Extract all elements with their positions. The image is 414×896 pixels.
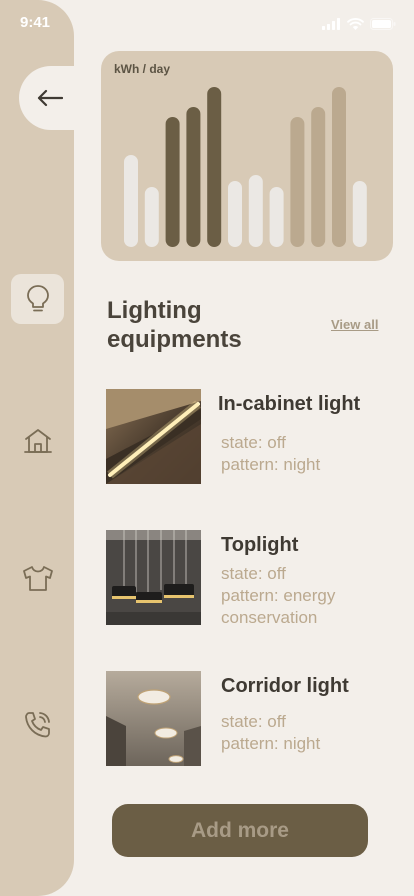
chart-bar — [228, 181, 242, 247]
chart-bar — [124, 155, 138, 247]
section-title: Lighting equipments — [107, 297, 242, 353]
equipment-name: Toplight — [221, 534, 299, 556]
sidebar: 9:41 — [0, 0, 89, 896]
signal-icon — [322, 18, 340, 30]
phone-icon — [24, 712, 50, 738]
home-icon — [23, 429, 52, 453]
sidebar-item-home[interactable] — [11, 416, 64, 466]
equipment-meta: state: off pattern: night — [221, 711, 381, 755]
chart-bar — [165, 117, 180, 247]
equipment-pattern: pattern: energy conservation — [221, 586, 336, 627]
chart-bar — [207, 87, 222, 247]
arrow-left-icon — [37, 89, 63, 107]
equipment-thumbnail — [106, 671, 201, 766]
view-all-link[interactable]: View all — [331, 317, 378, 332]
add-more-button[interactable]: Add more — [112, 804, 368, 857]
equipment-meta: state: off pattern: night — [221, 432, 381, 476]
sidebar-item-lighting[interactable] — [11, 274, 64, 324]
chart-bar — [269, 187, 284, 247]
equipment-item-corridor[interactable]: Corridor light state: off pattern: night — [106, 671, 396, 767]
equipment-item-toplight[interactable]: Toplight state: off pattern: energy cons… — [106, 530, 396, 629]
equipment-thumbnail — [106, 389, 201, 484]
lightbulb-icon — [26, 285, 49, 312]
wifi-icon — [347, 18, 364, 30]
equipment-state: state: off — [221, 433, 286, 452]
chart-bar — [248, 175, 263, 247]
chart-bar — [290, 117, 305, 247]
equipment-meta: state: off pattern: energy conservation — [221, 563, 381, 629]
chart-bars — [124, 87, 367, 247]
equipment-item-in-cabinet[interactable]: In-cabinet light state: off pattern: nig… — [106, 389, 396, 485]
sidebar-item-phone[interactable] — [11, 700, 64, 750]
tshirt-icon — [22, 566, 53, 591]
chart-bar — [311, 107, 326, 247]
equipment-state: state: off — [221, 564, 286, 583]
equipment-state: state: off — [221, 712, 286, 731]
equipment-pattern: pattern: night — [221, 455, 321, 474]
equipment-pattern: pattern: night — [221, 734, 321, 753]
equipment-thumbnail — [106, 530, 201, 625]
sidebar-item-clothing[interactable] — [11, 553, 64, 603]
battery-icon — [370, 18, 396, 30]
equipment-name: Corridor light — [221, 675, 349, 697]
equipment-name: In-cabinet light — [218, 393, 361, 415]
status-bar-indicators — [322, 18, 396, 30]
chart-bar — [144, 187, 159, 247]
chart-bar — [186, 107, 201, 247]
chart-bar — [352, 181, 367, 247]
status-time: 9:41 — [20, 14, 51, 31]
chart-bar — [332, 87, 346, 247]
energy-chart: kWh / day — [101, 51, 393, 261]
back-button[interactable] — [19, 66, 89, 130]
